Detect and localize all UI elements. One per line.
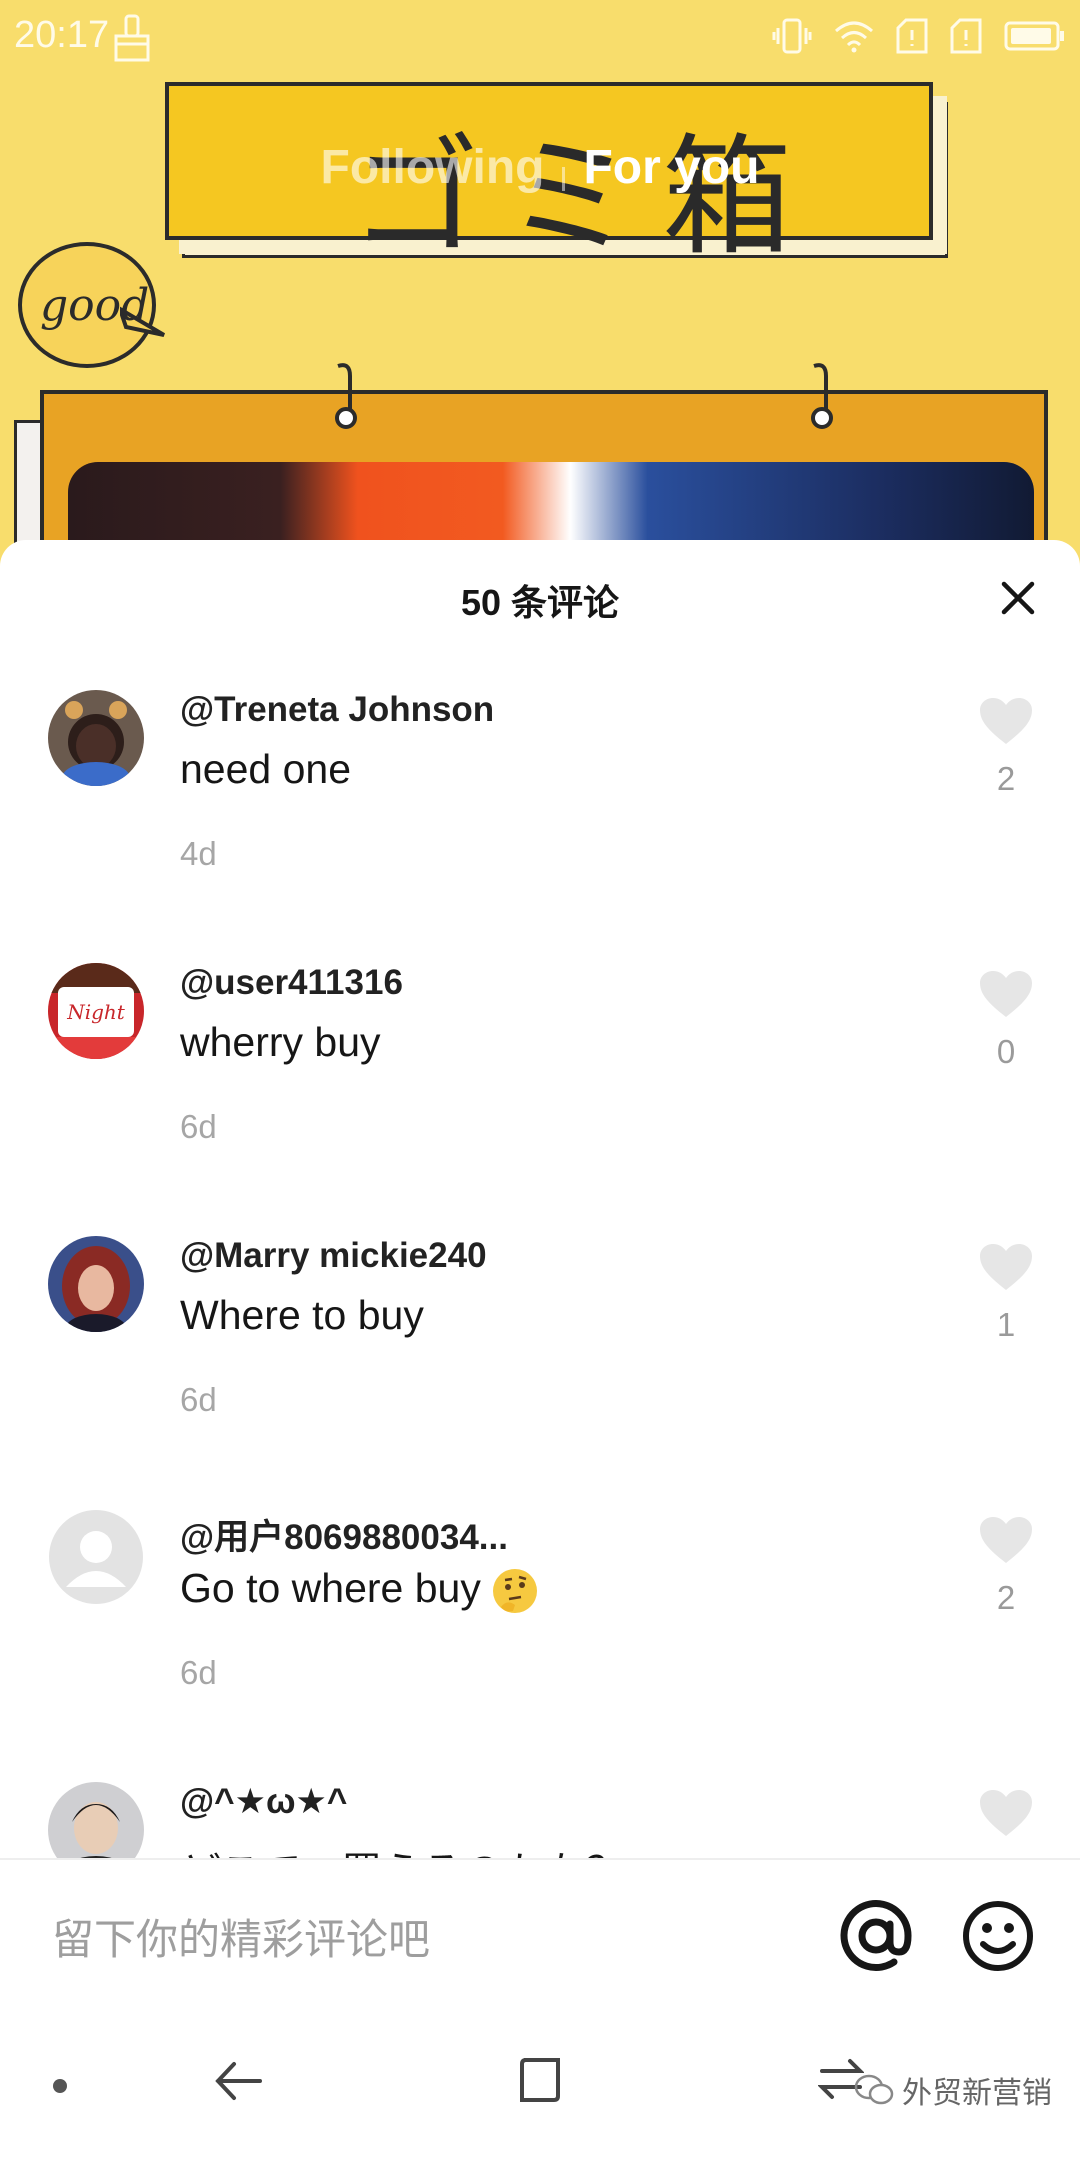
comment-list[interactable]: @Treneta Johnson need one 4d 2 Night @us… — [0, 690, 1080, 1860]
comment-text: wherry buy — [180, 1019, 381, 1065]
comment-text: Where to buy — [180, 1292, 424, 1338]
wechat-icon — [854, 2074, 894, 2105]
battery-icon — [1004, 21, 1064, 51]
comment-item[interactable]: @Treneta Johnson need one 4d 2 — [0, 690, 1080, 963]
like-count: 2 — [996, 1579, 1016, 1616]
wifi-icon — [835, 21, 873, 53]
speech-bubble-text: good — [40, 280, 150, 331]
comment-input-bar — [0, 1858, 1080, 2018]
square-home-icon[interactable] — [518, 2056, 562, 2104]
at-sign-icon[interactable] — [836, 1896, 916, 1976]
heart-icon[interactable] — [978, 969, 1034, 1019]
comment-count-title: 50 条评论 — [460, 582, 620, 623]
avatar[interactable] — [48, 1782, 144, 1860]
comment-timestamp: 4d — [180, 835, 217, 872]
brush-icon — [114, 14, 150, 62]
smiley-icon[interactable] — [958, 1896, 1038, 1976]
dot-icon[interactable] — [52, 2078, 68, 2094]
like-button[interactable]: 0 — [976, 969, 1036, 1071]
system-nav-bar: 外贸新营销 — [0, 2016, 1080, 2160]
avatar[interactable] — [48, 1236, 144, 1332]
comment-input[interactable] — [50, 1904, 814, 1976]
tab-separator — [562, 166, 566, 191]
comment-text: need one — [180, 746, 352, 792]
heart-icon[interactable] — [978, 1242, 1034, 1292]
watermark-text: 外贸新营销 — [902, 2077, 1052, 2110]
feed-tabs: Following For you — [0, 140, 1080, 195]
like-button[interactable] — [976, 1788, 1036, 1838]
comment-timestamp: 6d — [180, 1654, 217, 1691]
thinking-face-icon — [492, 1569, 537, 1614]
comment-text: Go to where buy — [180, 1565, 539, 1615]
comment-username[interactable]: @Treneta Johnson — [180, 690, 494, 730]
comment-timestamp: 6d — [180, 1381, 217, 1418]
video-background[interactable]: ゴミ箱 good Following For you 20:17 — [0, 0, 1080, 560]
like-count: 1 — [996, 1306, 1016, 1343]
frame-hook — [335, 363, 357, 429]
vibrate-icon — [772, 18, 812, 54]
heart-icon[interactable] — [978, 1515, 1034, 1565]
status-time: 20:17 — [14, 14, 110, 56]
avatar[interactable] — [48, 1509, 144, 1605]
comment-username[interactable]: @user411316 — [180, 963, 403, 1003]
heart-icon[interactable] — [978, 1788, 1034, 1838]
comment-timestamp: 6d — [180, 1108, 217, 1145]
comment-text: どこで、買えるのかな？ — [180, 1838, 627, 1860]
comment-item[interactable]: @Marry mickie240 Where to buy 6d 1 — [0, 1236, 1080, 1509]
avatar[interactable]: Night — [48, 963, 144, 1059]
tab-following[interactable]: Following — [321, 140, 545, 195]
status-bar: 20:17 — [0, 0, 1080, 78]
sim-signal-icon — [950, 18, 982, 54]
close-icon[interactable] — [996, 576, 1040, 620]
comments-sheet: 50 条评论 @Treneta Johnson need one 4d 2 Ni… — [0, 540, 1080, 2160]
watermark: 外贸新营销 — [854, 2068, 1052, 2112]
comment-username[interactable]: @Marry mickie240 — [180, 1236, 487, 1276]
comment-item[interactable]: @^★ω★^ どこで、買えるのかな？ — [0, 1782, 1080, 1860]
back-arrow-icon[interactable] — [214, 2056, 264, 2106]
comment-text-content: Go to where buy — [180, 1565, 481, 1611]
like-button[interactable]: 2 — [976, 1515, 1036, 1617]
comment-item[interactable]: @用户8069880034... Go to where buy 6d 2 — [0, 1509, 1080, 1782]
comment-item[interactable]: Night @user411316 wherry buy 6d 0 — [0, 963, 1080, 1236]
like-button[interactable]: 1 — [976, 1242, 1036, 1344]
like-count: 2 — [996, 760, 1016, 797]
tab-for-you[interactable]: For you — [583, 140, 759, 195]
heart-icon[interactable] — [978, 696, 1034, 746]
avatar[interactable] — [48, 690, 144, 786]
comment-username[interactable]: @用户8069880034... — [180, 1509, 508, 1560]
status-icons — [772, 18, 1066, 54]
comments-header: 50 条评论 — [0, 540, 1080, 656]
sim-signal-icon — [896, 18, 928, 54]
comment-username[interactable]: @^★ω★^ — [180, 1782, 347, 1822]
like-button[interactable]: 2 — [976, 696, 1036, 798]
frame-hook — [811, 363, 833, 429]
like-count: 0 — [996, 1033, 1016, 1070]
avatar-text: Night — [66, 1000, 126, 1024]
